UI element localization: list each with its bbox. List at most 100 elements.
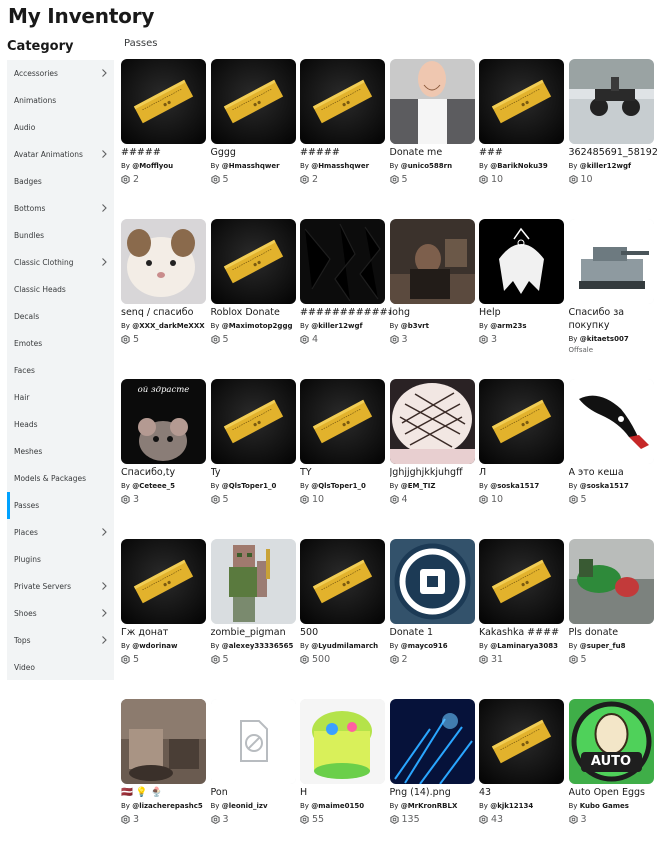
- sidebar-item-video[interactable]: Video: [7, 654, 114, 681]
- item-thumbnail[interactable]: [389, 379, 475, 464]
- item-thumbnail[interactable]: [389, 219, 475, 304]
- item-thumbnail[interactable]: [300, 379, 385, 464]
- creator-link[interactable]: @soska1517: [580, 482, 629, 490]
- item-card[interactable]: ##### By @Mofflyou 2: [121, 59, 206, 185]
- sidebar-item-animations[interactable]: Animations: [7, 87, 114, 114]
- item-card[interactable]: Help By @arm23s 3: [479, 219, 564, 345]
- creator-link[interactable]: @soska1517: [490, 482, 539, 490]
- item-card[interactable]: Donate 1 By @mayco916 2: [389, 539, 475, 665]
- creator-link[interactable]: @XXX_darkMeXXX: [132, 322, 204, 330]
- item-thumbnail[interactable]: [121, 539, 206, 624]
- creator-link[interactable]: @EM_TIZ: [401, 482, 436, 490]
- item-name[interactable]: Спасибо за покупку: [569, 306, 654, 332]
- item-thumbnail[interactable]: [210, 699, 296, 784]
- creator-link[interactable]: @killer12wgf: [311, 322, 362, 330]
- item-name[interactable]: Png (14).png: [390, 786, 481, 799]
- creator-link[interactable]: @kjk12134: [490, 802, 533, 810]
- sidebar-item-passes[interactable]: Passes: [7, 492, 114, 519]
- item-thumbnail[interactable]: ой здрасте: [121, 379, 206, 464]
- item-card[interactable]: Donate me By @unico588rn 5: [389, 59, 475, 185]
- item-card[interactable]: zombie_pigman By @alexey33336565 5: [210, 539, 296, 665]
- chevron-right-icon[interactable]: [99, 635, 109, 645]
- item-thumbnail[interactable]: [568, 219, 654, 304]
- chevron-right-icon[interactable]: [99, 149, 109, 159]
- item-thumbnail[interactable]: [300, 539, 385, 624]
- item-name[interactable]: Donate me: [390, 146, 481, 159]
- item-name[interactable]: 🇱🇻 💡 🍨: [121, 786, 212, 799]
- sidebar-item-tops[interactable]: Tops: [7, 627, 114, 654]
- item-thumbnail[interactable]: [389, 539, 475, 624]
- item-thumbnail[interactable]: [389, 699, 475, 784]
- item-thumbnail[interactable]: [121, 59, 206, 144]
- item-thumbnail[interactable]: [210, 219, 296, 304]
- creator-link[interactable]: @alexey33336565: [222, 642, 294, 650]
- creator-link[interactable]: @Laminarya3083: [490, 642, 558, 650]
- creator-link[interactable]: @arm23s: [490, 322, 526, 330]
- item-thumbnail[interactable]: [300, 699, 385, 784]
- item-name[interactable]: senq / спасибо: [121, 306, 212, 319]
- sidebar-item-heads[interactable]: Heads: [7, 411, 114, 438]
- creator-link[interactable]: @Mofflyou: [132, 162, 173, 170]
- item-name[interactable]: Спасибо,ty: [121, 466, 212, 479]
- item-card[interactable]: ############ By @killer12wgf 4: [300, 219, 391, 345]
- item-thumbnail[interactable]: [568, 379, 654, 464]
- item-card[interactable]: Jghjjghjkkjuhgff By @EM_TIZ 4: [389, 379, 475, 505]
- item-name[interactable]: Pls donate: [569, 626, 660, 639]
- item-card[interactable]: 500 By @Lyudmilamarch 500: [300, 539, 385, 665]
- sidebar-item-bottoms[interactable]: Bottoms: [7, 195, 114, 222]
- creator-link[interactable]: Kubo Games: [580, 802, 629, 810]
- item-name[interactable]: Гж донат: [121, 626, 212, 639]
- item-card[interactable]: 43 By @kjk12134 43: [479, 699, 564, 825]
- sidebar-item-private-servers[interactable]: Private Servers: [7, 573, 114, 600]
- item-card[interactable]: iohg By @b3vrt 3: [389, 219, 475, 345]
- item-thumbnail[interactable]: [479, 59, 564, 144]
- chevron-right-icon[interactable]: [99, 203, 109, 213]
- creator-link[interactable]: @super_fu8: [580, 642, 626, 650]
- sidebar-item-classic-heads[interactable]: Classic Heads: [7, 276, 114, 303]
- item-thumbnail[interactable]: [479, 379, 564, 464]
- chevron-right-icon[interactable]: [99, 608, 109, 618]
- creator-link[interactable]: @Maximotop2ggg: [222, 322, 293, 330]
- creator-link[interactable]: @b3vrt: [401, 322, 429, 330]
- item-card[interactable]: Гж донат By @wdorinaw 5: [121, 539, 206, 665]
- sidebar-item-avatar-animations[interactable]: Avatar Animations: [7, 141, 114, 168]
- item-thumbnail[interactable]: [121, 219, 206, 304]
- item-card[interactable]: Gggg By @Hmasshqwer 5: [210, 59, 296, 185]
- creator-link[interactable]: @Lyudmilamarch: [311, 642, 378, 650]
- item-name[interactable]: Help: [479, 306, 570, 319]
- item-name[interactable]: Kakashka ####: [479, 626, 570, 639]
- item-name[interactable]: ############: [300, 306, 391, 319]
- item-thumbnail[interactable]: AUTO: [568, 699, 654, 784]
- item-name[interactable]: Auto Open Eggs: [569, 786, 660, 799]
- item-name[interactable]: #####: [300, 146, 391, 159]
- sidebar-item-meshes[interactable]: Meshes: [7, 438, 114, 465]
- sidebar-item-classic-clothing[interactable]: Classic Clothing: [7, 249, 114, 276]
- item-thumbnail[interactable]: [121, 699, 206, 784]
- item-thumbnail[interactable]: [389, 59, 475, 144]
- item-card[interactable]: Kakashka #### By @Laminarya3083 31: [479, 539, 564, 665]
- item-card[interactable]: 362485691_58192 By @killer12wgf 10: [568, 59, 658, 185]
- sidebar-item-plugins[interactable]: Plugins: [7, 546, 114, 573]
- item-thumbnail[interactable]: [479, 539, 564, 624]
- item-card[interactable]: senq / спасибо By @XXX_darkMeXXX 5: [121, 219, 206, 345]
- item-card[interactable]: Roblox Donate By @Maximotop2ggg 5: [210, 219, 296, 345]
- chevron-right-icon[interactable]: [99, 257, 109, 267]
- creator-link[interactable]: @Hmasshqwer: [222, 162, 280, 170]
- item-name[interactable]: 500: [300, 626, 391, 639]
- item-card[interactable]: Png (14).png By @MrKronRBLX 135: [389, 699, 475, 825]
- sidebar-item-bundles[interactable]: Bundles: [7, 222, 114, 249]
- item-name[interactable]: А это кеша: [569, 466, 660, 479]
- sidebar-item-faces[interactable]: Faces: [7, 357, 114, 384]
- creator-link[interactable]: @QlsToper1_0: [222, 482, 277, 490]
- item-thumbnail[interactable]: [568, 59, 654, 144]
- creator-link[interactable]: @QlsToper1_0: [311, 482, 366, 490]
- creator-link[interactable]: @lizacherepashc5: [132, 802, 203, 810]
- item-thumbnail[interactable]: [300, 59, 385, 144]
- creator-link[interactable]: @Ceteee_5: [132, 482, 175, 490]
- item-name[interactable]: TY: [300, 466, 391, 479]
- creator-link[interactable]: @unico588rn: [401, 162, 452, 170]
- sidebar-item-emotes[interactable]: Emotes: [7, 330, 114, 357]
- item-name[interactable]: H: [300, 786, 391, 799]
- creator-link[interactable]: @mayco916: [401, 642, 448, 650]
- chevron-right-icon[interactable]: [99, 581, 109, 591]
